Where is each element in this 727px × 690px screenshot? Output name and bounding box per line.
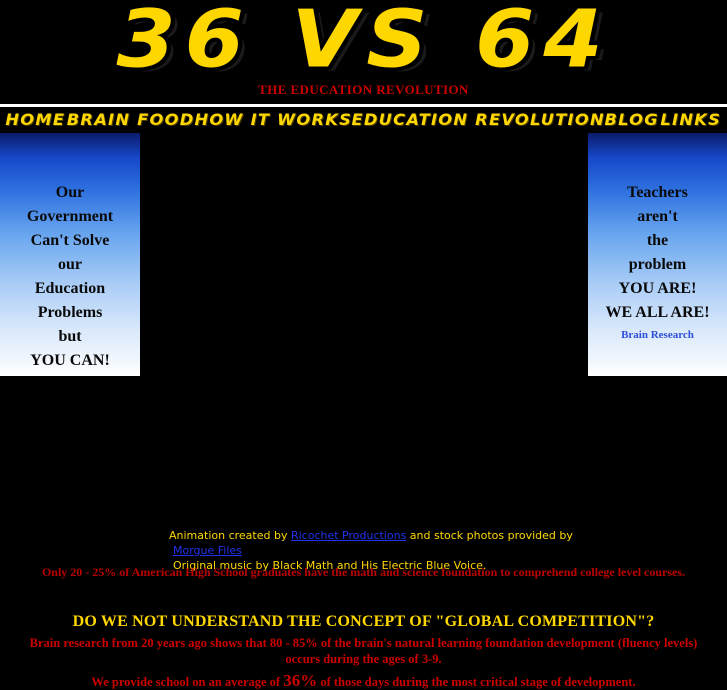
- nav-item-blog[interactable]: BLOG: [605, 111, 659, 129]
- nav-item-how-it-works[interactable]: HOW IT WORKS: [194, 111, 352, 129]
- credits-middle: and stock photos provided by: [406, 529, 573, 542]
- brain-research-link[interactable]: Brain Research: [621, 327, 694, 343]
- main-navigation: HOME BRAIN FOOD HOW IT WORKS EDUCATION R…: [0, 107, 727, 133]
- right-panel-line: aren't: [637, 208, 678, 225]
- left-panel-line: our: [58, 256, 82, 273]
- left-panel-line: Problems: [37, 304, 103, 321]
- nav-item-education-revolution[interactable]: EDUCATION REVOLUTION: [351, 111, 604, 129]
- morgue-files-link[interactable]: Morgue Files: [173, 544, 242, 557]
- left-panel-line: Our: [55, 184, 85, 201]
- site-header: 36 VS 64 THE EDUCATION REVOLUTION: [0, 0, 727, 104]
- site-subtitle: THE EDUCATION REVOLUTION: [258, 82, 469, 97]
- bottom-section: DO WE NOT UNDERSTAND THE CONCEPT OF "GLO…: [0, 611, 727, 690]
- left-panel-line: Education: [34, 280, 106, 297]
- right-panel-line: the: [646, 232, 669, 249]
- global-competition-heading: DO WE NOT UNDERSTAND THE CONCEPT OF "GLO…: [72, 613, 655, 630]
- school-days-paragraph: We provide school on an average of 36% o…: [0, 667, 727, 690]
- credits-line-1: Animation created by Ricochet Production…: [169, 528, 589, 543]
- animation-player[interactable]: [140, 133, 588, 376]
- school-days-suffix: of those days during the most critical s…: [317, 675, 636, 689]
- school-days-prefix: We provide school on an average of: [91, 675, 284, 689]
- nav-item-home[interactable]: HOME: [5, 111, 65, 129]
- right-slogan-panel: Teachers aren't the problem YOU ARE! WE …: [588, 133, 727, 376]
- left-panel-line: Government: [26, 208, 114, 225]
- credits-line-2: Morgue Files: [169, 543, 589, 558]
- left-panel-line: Can't Solve: [30, 232, 110, 249]
- right-panel-line: WE ALL ARE!: [605, 304, 710, 321]
- nav-item-links[interactable]: LINKS: [661, 111, 722, 129]
- content-stage: Our Government Can't Solve our Education…: [0, 133, 727, 689]
- site-logo[interactable]: 36 VS 64: [0, 0, 727, 86]
- ricochet-productions-link[interactable]: Ricochet Productions: [291, 529, 406, 542]
- site-logo-text: 36 VS 64: [114, 0, 612, 86]
- right-panel-line: problem: [628, 256, 687, 273]
- left-slogan-panel: Our Government Can't Solve our Education…: [0, 133, 140, 376]
- statistic-banner: Only 20 - 25% of American High School gr…: [41, 565, 686, 579]
- nav-item-brain-food[interactable]: BRAIN FOOD: [66, 111, 194, 129]
- right-panel-line: YOU ARE!: [618, 280, 697, 297]
- left-panel-line: but: [58, 328, 82, 345]
- left-panel-line: YOU CAN!: [30, 352, 110, 369]
- brain-research-paragraph: Brain research from 20 years ago shows t…: [29, 636, 698, 666]
- credits-prefix: Animation created by: [169, 529, 291, 542]
- right-panel-line: Teachers: [627, 184, 688, 201]
- school-days-percent: 36%: [283, 671, 318, 690]
